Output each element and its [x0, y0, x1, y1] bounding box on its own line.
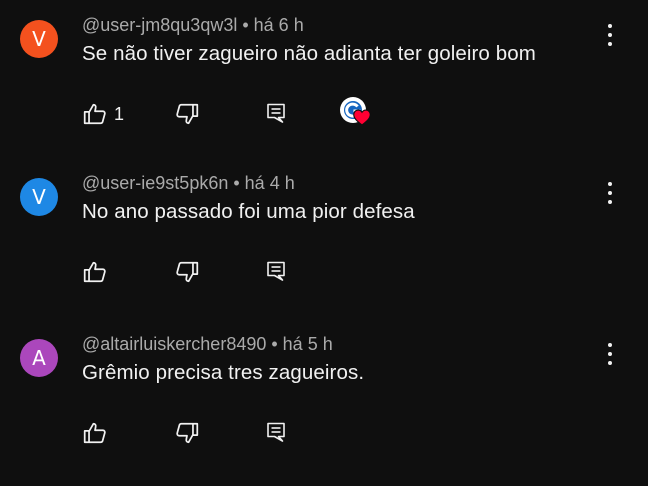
author-handle[interactable]: @user-ie9st5pk6n: [82, 173, 228, 193]
separator-dot: •: [271, 334, 278, 354]
thumbs-down-icon: [176, 103, 199, 125]
reply-icon: [267, 103, 285, 123]
thumbs-down-icon: [176, 261, 199, 283]
more-options-button[interactable]: [600, 22, 620, 48]
separator-dot: •: [233, 173, 240, 193]
comment-text: Grêmio precisa tres zagueiros.: [82, 361, 365, 384]
creator-heart-badge: [340, 95, 374, 129]
more-options-button[interactable]: [600, 341, 620, 367]
more-dot: [608, 42, 612, 46]
thumbs-up-icon: [83, 261, 106, 283]
like-button[interactable]: [82, 259, 114, 285]
dislike-button[interactable]: [174, 420, 200, 446]
reply-icon: [267, 261, 285, 281]
more-dot: [608, 191, 612, 195]
comment-actions: 1: [82, 97, 402, 131]
like-button[interactable]: [82, 420, 114, 446]
author-handle[interactable]: @altairluiskercher8490: [82, 334, 266, 354]
reply-icon: [267, 422, 285, 442]
more-vertical-icon: [608, 182, 612, 186]
author-handle[interactable]: @user-jm8qu3qw3l: [82, 15, 237, 35]
comment-actions: [82, 420, 402, 450]
comment-meta: @altairluiskercher8490 • há 5 h: [82, 334, 333, 355]
thumbs-up-icon: [83, 103, 106, 125]
thumbs-up-icon: [83, 422, 106, 444]
more-dot: [608, 200, 612, 204]
comment-item: A @altairluiskercher8490 • há 5 h Grêmio p…: [0, 334, 648, 486]
comment-item: V @user-ie9st5pk6n • há 4 h No ano passado…: [0, 173, 648, 325]
comment-text: No ano passado foi uma pior defesa: [82, 200, 415, 223]
reply-button[interactable]: [264, 101, 288, 125]
like-count: 1: [114, 103, 125, 124]
comment-item: V @user-jm8qu3qw3l • há 6 h Se não tiver z…: [0, 15, 648, 167]
more-vertical-icon: [608, 343, 612, 347]
thumbs-down-icon: [176, 422, 199, 444]
more-dot: [608, 352, 612, 356]
comment-time[interactable]: há 5 h: [283, 334, 333, 354]
more-dot: [608, 361, 612, 365]
like-button[interactable]: 1: [82, 101, 124, 127]
avatar[interactable]: V: [20, 178, 58, 216]
dislike-button[interactable]: [174, 259, 200, 285]
dislike-button[interactable]: [174, 101, 200, 127]
avatar[interactable]: V: [20, 20, 58, 58]
heart-icon: [353, 109, 371, 126]
comment-time[interactable]: há 4 h: [245, 173, 295, 193]
comment-meta: @user-ie9st5pk6n • há 4 h: [82, 173, 295, 194]
more-options-button[interactable]: [600, 180, 620, 206]
reply-button[interactable]: [264, 259, 288, 283]
comment-actions: [82, 259, 402, 289]
reply-button[interactable]: [264, 420, 288, 444]
avatar[interactable]: A: [20, 339, 58, 377]
comment-time[interactable]: há 6 h: [254, 15, 304, 35]
more-vertical-icon: [608, 24, 612, 28]
comment-meta: @user-jm8qu3qw3l • há 6 h: [82, 15, 304, 36]
comment-text: Se não tiver zagueiro não adianta ter go…: [82, 42, 536, 65]
more-dot: [608, 33, 612, 37]
separator-dot: •: [242, 15, 249, 35]
